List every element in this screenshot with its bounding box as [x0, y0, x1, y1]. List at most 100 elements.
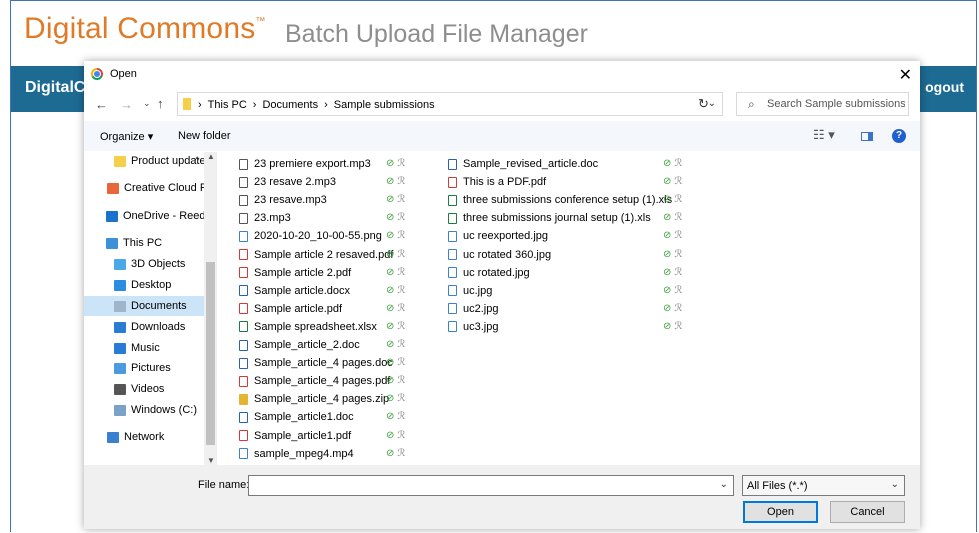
forward-arrow-icon[interactable]: → — [120, 97, 133, 112]
scroll-down-icon[interactable]: ▼ — [207, 456, 215, 465]
file-list-item[interactable]: 23 resave.mp3 — [239, 191, 327, 209]
collapse-chevron-icon[interactable]: ^ — [195, 155, 199, 165]
synced-check-icon: ⊘ — [386, 429, 395, 441]
scroll-up-icon[interactable]: ▲ — [207, 152, 215, 161]
file-name: uc rotated.jpg — [463, 266, 530, 279]
file-list-item[interactable]: Sample_article_2.doc — [239, 336, 360, 354]
file-list-item[interactable]: three submissions journal setup (1).xls — [448, 209, 651, 227]
search-input[interactable] — [767, 96, 905, 112]
address-bar[interactable]: › This PC › Documents › Sample submissions ⌄ — [177, 92, 723, 116]
file-list-item[interactable]: 23.mp3 — [239, 209, 291, 227]
nav-item[interactable]: Windows (C:) — [84, 400, 204, 420]
breadcrumb-item[interactable]: This PC — [208, 99, 247, 111]
file-name-input[interactable] — [252, 478, 712, 493]
file-type-filter[interactable]: All Files (*.*) ⌄ — [742, 475, 905, 496]
scrollbar-thumb[interactable] — [206, 262, 215, 445]
sync-status: ⊘ ℛ — [663, 246, 682, 264]
audio-file-icon — [239, 176, 248, 188]
up-arrow-icon[interactable]: ↑ — [157, 96, 164, 111]
file-name: Sample_article_2.doc — [254, 339, 360, 351]
new-folder-button[interactable]: New folder — [178, 130, 231, 142]
sync-status: ⊘ ℛ — [386, 282, 405, 300]
nav-item[interactable]: Creative Cloud Fil — [84, 178, 204, 198]
shared-person-icon: ℛ — [674, 266, 683, 278]
nav-item[interactable]: Music — [84, 338, 204, 358]
file-list-item[interactable]: 2020-10-20_10-00-55.png — [239, 227, 382, 245]
synced-check-icon: ⊘ — [663, 230, 672, 242]
file-list-item[interactable]: Sample_article_4 pages.pdf — [239, 372, 390, 390]
image-file-icon — [448, 249, 457, 260]
file-list-item[interactable]: This is a PDF.pdf — [448, 173, 546, 191]
file-list-item[interactable]: uc rotated 360.jpg — [448, 246, 551, 264]
breadcrumb-separator-icon[interactable]: › — [198, 99, 202, 111]
chevron-down-icon[interactable]: ⌄ — [720, 479, 728, 490]
logout-link[interactable]: ogout — [925, 79, 964, 95]
file-list-item[interactable]: uc rotated.jpg — [448, 264, 530, 282]
file-list-item[interactable]: sample_mpeg4.mp4 — [239, 445, 354, 463]
file-list-item[interactable]: 23 premiere export.mp3 — [239, 155, 371, 173]
drive-icon — [114, 404, 126, 416]
synced-check-icon: ⊘ — [663, 158, 672, 169]
nav-item[interactable]: 3D Objects — [84, 254, 204, 274]
file-list-item[interactable]: Sample article.docx — [239, 282, 350, 300]
synced-check-icon: ⊘ — [386, 357, 395, 369]
file-list-item[interactable]: three submissions conference setup (1).x… — [448, 191, 672, 209]
site-nav-home-link[interactable]: DigitalC — [25, 79, 85, 97]
nav-item-label: Windows (C:) — [131, 404, 198, 416]
recent-locations-chevron-icon[interactable]: ⌄ — [143, 98, 151, 109]
file-list-item[interactable]: Sample article 2.pdf — [239, 264, 351, 282]
nav-item[interactable]: Product updates — [84, 151, 204, 171]
file-name: Sample article.docx — [254, 284, 350, 297]
preview-pane-icon[interactable] — [861, 132, 873, 141]
nav-item[interactable]: Desktop — [84, 275, 204, 295]
search-box[interactable]: ⌕ — [736, 92, 909, 116]
help-icon[interactable]: ? — [892, 129, 906, 143]
file-list-item[interactable]: Sample article 2 resaved.pdf — [239, 246, 393, 264]
nav-item[interactable]: Downloads — [84, 317, 204, 337]
chevron-down-icon[interactable]: ⌄ — [891, 479, 899, 490]
file-name: 23 premiere export.mp3 — [254, 158, 371, 170]
sync-status: ⊘ ℛ — [386, 209, 405, 227]
file-list-item[interactable]: uc reexported.jpg — [448, 227, 548, 245]
file-name-combobox[interactable]: ⌄ — [248, 475, 734, 496]
audio-file-icon — [239, 212, 248, 224]
file-name: Sample spreadsheet.xlsx — [254, 320, 377, 333]
nav-item[interactable]: Videos — [84, 379, 204, 399]
file-list-item[interactable]: Sample_article1.pdf — [239, 427, 351, 445]
organize-button[interactable]: Organize ▾ — [100, 130, 153, 143]
nav-item[interactable]: Documents — [84, 296, 204, 316]
file-list-item[interactable]: Sample article.pdf — [239, 300, 342, 318]
command-bar: Organize ▾ New folder ☷ ▾ ? — [84, 121, 920, 151]
file-list-item[interactable]: Sample spreadsheet.xlsx — [239, 318, 377, 336]
shared-person-icon: ℛ — [397, 284, 406, 296]
synced-check-icon: ⊘ — [386, 230, 395, 242]
cancel-button[interactable]: Cancel — [830, 501, 905, 523]
view-options-icon[interactable]: ☷ ▾ — [813, 127, 835, 143]
nav-item[interactable]: This PC — [84, 233, 204, 253]
file-list-item[interactable]: Sample_article_4 pages.doc — [239, 354, 393, 372]
shared-person-icon: ℛ — [397, 375, 406, 387]
file-list-item[interactable]: Sample_revised_article.doc — [448, 155, 598, 173]
navigation-scrollbar[interactable]: ▲ ▼ — [204, 152, 217, 465]
breadcrumb-separator-icon[interactable]: › — [324, 99, 328, 111]
nav-item-label: 3D Objects — [131, 258, 186, 270]
breadcrumb-item[interactable]: Sample submissions — [334, 99, 435, 111]
close-icon[interactable]: ✕ — [899, 65, 912, 85]
file-list-item[interactable]: uc3.jpg — [448, 318, 498, 336]
navigation-pane: Product updates Creative Cloud Fil OneDriv… — [84, 151, 215, 465]
back-arrow-icon[interactable]: ← — [95, 97, 108, 112]
nav-item[interactable]: Network — [84, 427, 204, 447]
file-list-item[interactable]: Sample_article_4 pages.zip — [239, 390, 389, 408]
nav-item[interactable]: Pictures — [84, 358, 204, 378]
nav-item[interactable]: OneDrive - Reed E — [84, 206, 204, 226]
file-list-item[interactable]: Sample_article1.doc — [239, 408, 354, 426]
breadcrumb-item[interactable]: Documents — [262, 99, 318, 111]
file-list-item[interactable]: 23 resave 2.mp3 — [239, 173, 336, 191]
file-list-item[interactable]: uc.jpg — [448, 282, 492, 300]
breadcrumb-separator-icon[interactable]: › — [253, 99, 257, 111]
refresh-icon[interactable]: ↻ — [698, 96, 709, 112]
open-button[interactable]: Open — [743, 501, 818, 523]
file-list-item[interactable]: uc2.jpg — [448, 300, 498, 318]
sync-status: ⊘ ℛ — [663, 318, 682, 336]
nav-item-label: Desktop — [131, 279, 172, 291]
